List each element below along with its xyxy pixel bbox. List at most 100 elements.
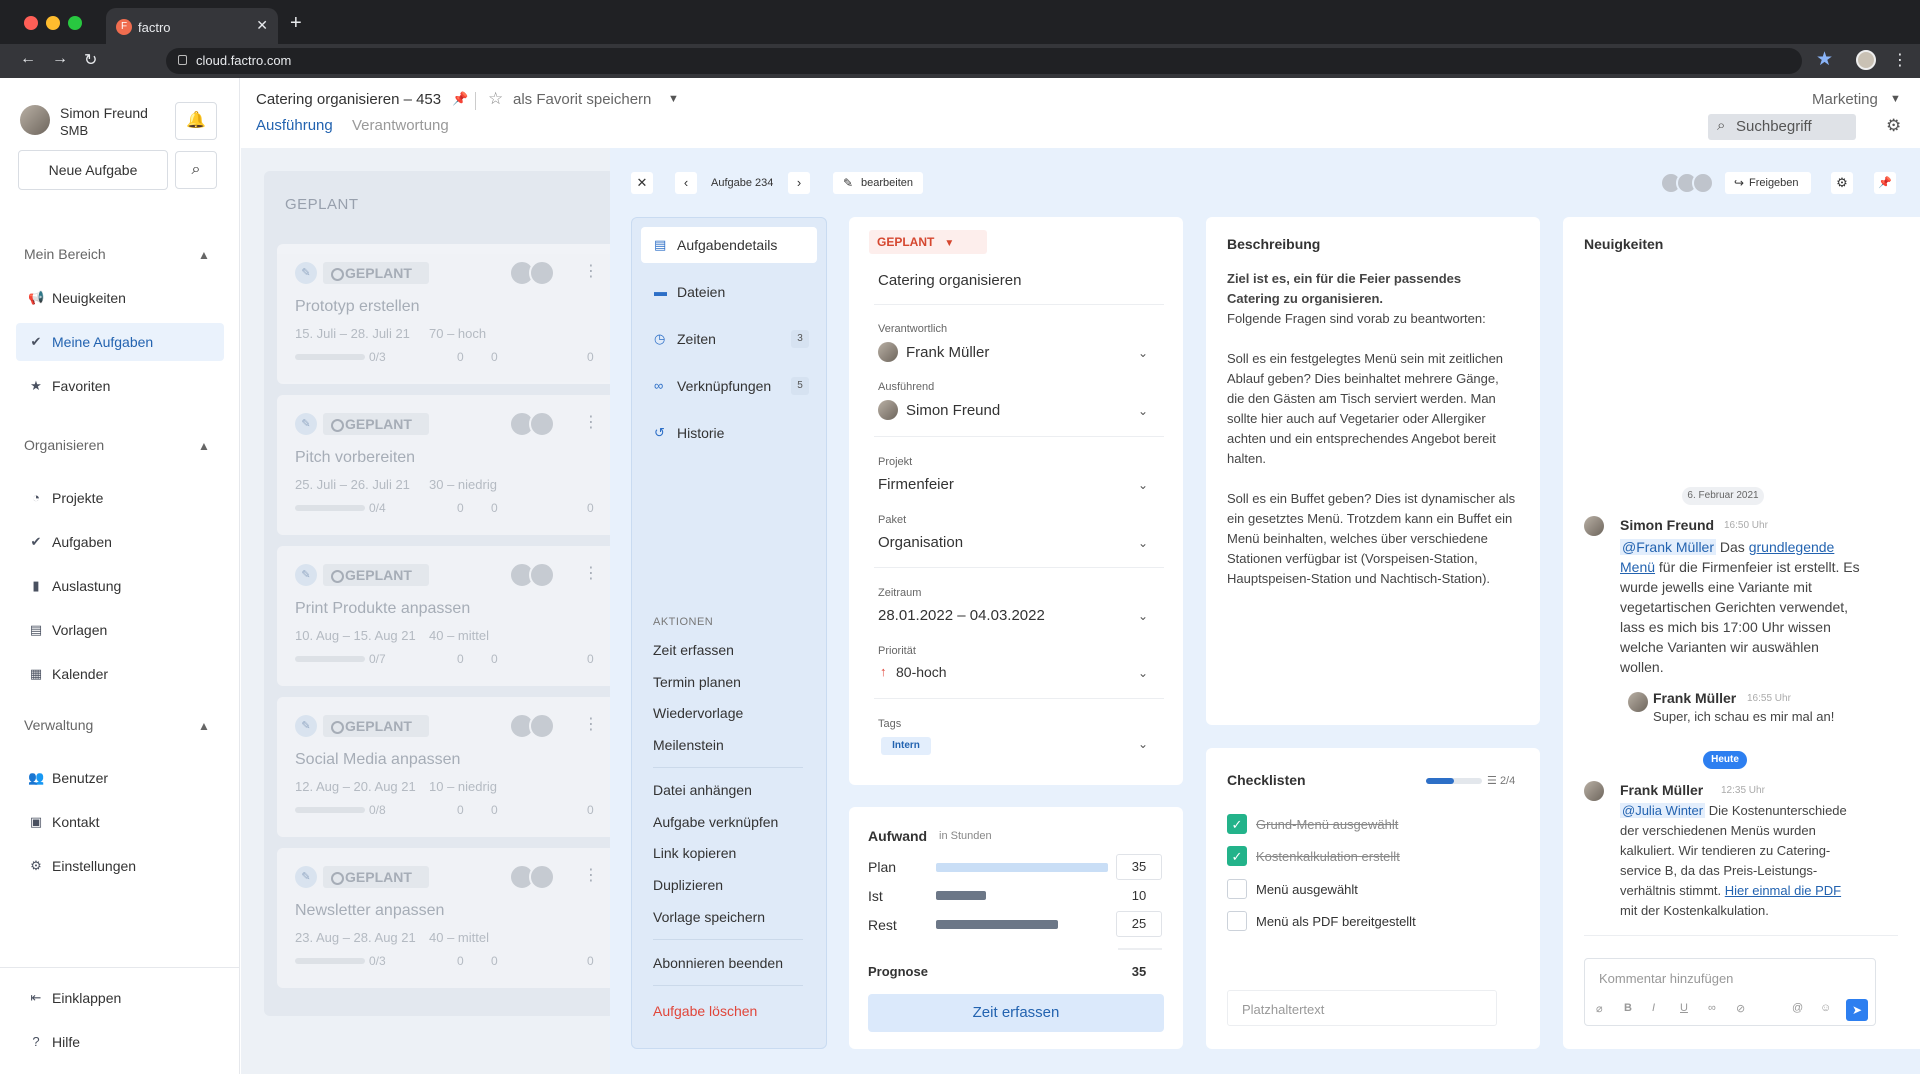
action-zeit-erfassen[interactable]: Zeit erfassen: [653, 642, 734, 658]
chevron-down-icon[interactable]: ⌄: [1138, 404, 1148, 418]
new-task-button[interactable]: Neue Aufgabe: [18, 150, 168, 190]
action-abonnieren-beenden[interactable]: Abonnieren beenden: [653, 955, 783, 971]
chevron-down-icon[interactable]: ⌄: [1138, 346, 1148, 360]
status-badge[interactable]: GEPLANT: [323, 715, 429, 737]
sidebar-item-kalender[interactable]: ▦ Kalender: [16, 655, 224, 693]
action-vorlage-speichern[interactable]: Vorlage speichern: [653, 909, 765, 925]
description-text[interactable]: Ziel ist es, ein für die Feier passendes…: [1227, 269, 1517, 609]
save-favorite-link[interactable]: als Favorit speichern: [513, 91, 651, 108]
status-dropdown[interactable]: GEPLANT ▼: [869, 230, 987, 254]
sidebar-item-aufgaben[interactable]: ✔ Aufgaben: [16, 523, 224, 561]
bookmark-star-icon[interactable]: ★: [1816, 48, 1833, 71]
sidebar-item-benutzer[interactable]: 👥 Benutzer: [16, 759, 224, 797]
more-vertical-icon[interactable]: ⋮: [583, 865, 599, 885]
browser-profile-avatar[interactable]: [1856, 50, 1876, 70]
plan-input[interactable]: 35: [1116, 854, 1162, 880]
pencil-icon[interactable]: ✎: [295, 564, 317, 586]
chevron-down-icon[interactable]: ⌄: [1138, 536, 1148, 550]
next-task-button[interactable]: ›: [788, 172, 810, 194]
mention[interactable]: @Frank Müller: [1620, 539, 1717, 555]
menu-item-dateien[interactable]: ▬ Dateien: [641, 274, 817, 310]
sidebar-item-meine-aufgaben[interactable]: ✔ Meine Aufgaben: [16, 323, 224, 361]
chevron-down-icon[interactable]: ▼: [668, 93, 679, 105]
pin-icon[interactable]: 📌: [452, 91, 468, 107]
close-window-button[interactable]: [24, 16, 38, 30]
responsible-value[interactable]: Frank Müller: [906, 344, 989, 361]
task-card[interactable]: ✎ GEPLANT ⋮ Print Produkte anpassen 10. …: [277, 546, 617, 686]
checkbox-checked[interactable]: ✓: [1227, 846, 1247, 866]
section-verwaltung[interactable]: Verwaltung: [24, 717, 93, 733]
forward-icon[interactable]: →: [52, 50, 68, 68]
star-outline-icon[interactable]: ☆: [488, 89, 503, 109]
underline-icon[interactable]: U: [1680, 1002, 1688, 1014]
share-button[interactable]: ↪ Freigeben: [1725, 172, 1811, 194]
action-termin-planen[interactable]: Termin planen: [653, 674, 741, 690]
task-card[interactable]: ✎ GEPLANT ⋮ Social Media anpassen 12. Au…: [277, 697, 617, 837]
send-icon[interactable]: ➤: [1846, 999, 1868, 1021]
project-value[interactable]: Firmenfeier: [878, 476, 954, 493]
tag-badge[interactable]: Intern: [881, 737, 931, 755]
action-link-kopieren[interactable]: Link kopieren: [653, 845, 736, 861]
task-card[interactable]: ✎ GEPLANT ⋮ Newsletter anpassen 23. Aug …: [277, 848, 617, 988]
sidebar-item-auslastung[interactable]: ▮ Auslastung: [16, 567, 224, 605]
mention-icon[interactable]: @: [1792, 1002, 1803, 1014]
chevron-up-icon[interactable]: ▲: [198, 719, 210, 733]
checkbox-checked[interactable]: ✓: [1227, 814, 1247, 834]
timeframe-value[interactable]: 28.01.2022 – 04.03.2022: [878, 607, 1045, 624]
reload-icon[interactable]: ↻: [84, 50, 97, 70]
new-checklist-input[interactable]: Platzhaltertext: [1227, 990, 1497, 1026]
tab-verantwortung[interactable]: Verantwortung: [352, 117, 449, 134]
section-mein-bereich[interactable]: Mein Bereich: [24, 246, 106, 262]
pin-panel-button[interactable]: 📌: [1874, 172, 1896, 194]
status-badge[interactable]: GEPLANT: [323, 866, 429, 888]
status-badge[interactable]: GEPLANT: [323, 564, 429, 586]
sidebar-item-vorlagen[interactable]: ▤ Vorlagen: [16, 611, 224, 649]
mention[interactable]: @Julia Winter: [1620, 803, 1706, 818]
attach-icon[interactable]: ⌀: [1596, 1002, 1603, 1015]
action-duplizieren[interactable]: Duplizieren: [653, 877, 723, 893]
bold-icon[interactable]: B: [1624, 1002, 1632, 1014]
sidebar-item-projekte[interactable]: ◔ Projekte: [16, 479, 224, 517]
more-vertical-icon[interactable]: ⋮: [583, 563, 599, 583]
task-card[interactable]: ✎ GEPLANT ⋮ Pitch vorbereiten 25. Juli –…: [277, 395, 617, 535]
task-card[interactable]: ✎ GEPLANT ⋮ Prototyp erstellen 15. Juli …: [277, 244, 617, 384]
chevron-up-icon[interactable]: ▲: [198, 248, 210, 262]
chevron-down-icon[interactable]: ⌄: [1138, 478, 1148, 492]
link-icon[interactable]: ∞: [1708, 1002, 1716, 1014]
back-icon[interactable]: ←: [20, 50, 36, 68]
menu-item-historie[interactable]: ↺ Historie: [641, 415, 817, 451]
maximize-window-button[interactable]: [68, 16, 82, 30]
tab-ausfuehrung[interactable]: Ausführung: [256, 117, 333, 134]
search-button[interactable]: ⌕: [175, 151, 217, 189]
workspace-selector[interactable]: Marketing: [1812, 91, 1878, 108]
menu-item-zeiten[interactable]: ◷ Zeiten 3: [641, 321, 817, 357]
more-vertical-icon[interactable]: ⋮: [583, 412, 599, 432]
new-tab-icon[interactable]: +: [290, 12, 302, 35]
status-badge[interactable]: GEPLANT: [323, 413, 429, 435]
panel-settings-button[interactable]: ⚙: [1831, 172, 1853, 194]
chevron-down-icon[interactable]: ⌄: [1138, 737, 1148, 751]
chevron-down-icon[interactable]: ▼: [1890, 93, 1901, 105]
format-clear-icon[interactable]: ⊘: [1736, 1002, 1745, 1015]
message-link[interactable]: Hier einmal die PDF: [1725, 883, 1841, 898]
sidebar-item-einstellungen[interactable]: ⚙ Einstellungen: [16, 847, 224, 885]
comment-input[interactable]: Kommentar hinzufügen: [1584, 958, 1876, 1026]
more-vertical-icon[interactable]: ⋮: [583, 714, 599, 734]
action-meilenstein[interactable]: Meilenstein: [653, 737, 724, 753]
action-wiedervorlage[interactable]: Wiedervorlage: [653, 705, 743, 721]
address-bar[interactable]: cloud.factro.com: [166, 48, 1802, 74]
gear-icon[interactable]: ⚙: [1886, 116, 1901, 136]
executing-value[interactable]: Simon Freund: [906, 402, 1000, 419]
sidebar-item-kontakt[interactable]: ▣ Kontakt: [16, 803, 224, 841]
priority-value[interactable]: 80-hoch: [896, 664, 947, 680]
close-tab-icon[interactable]: ✕: [256, 17, 268, 34]
rest-input[interactable]: 25: [1116, 911, 1162, 937]
status-badge[interactable]: GEPLANT: [323, 262, 429, 284]
chevron-down-icon[interactable]: ⌄: [1138, 666, 1148, 680]
pencil-icon[interactable]: ✎: [295, 413, 317, 435]
sidebar-item-neuigkeiten[interactable]: 📢 Neuigkeiten: [16, 279, 224, 317]
record-time-button[interactable]: Zeit erfassen: [868, 994, 1164, 1032]
chevron-up-icon[interactable]: ▲: [198, 439, 210, 453]
notifications-button[interactable]: 🔔: [175, 102, 217, 140]
edit-button[interactable]: ✎ bearbeiten: [833, 172, 923, 194]
